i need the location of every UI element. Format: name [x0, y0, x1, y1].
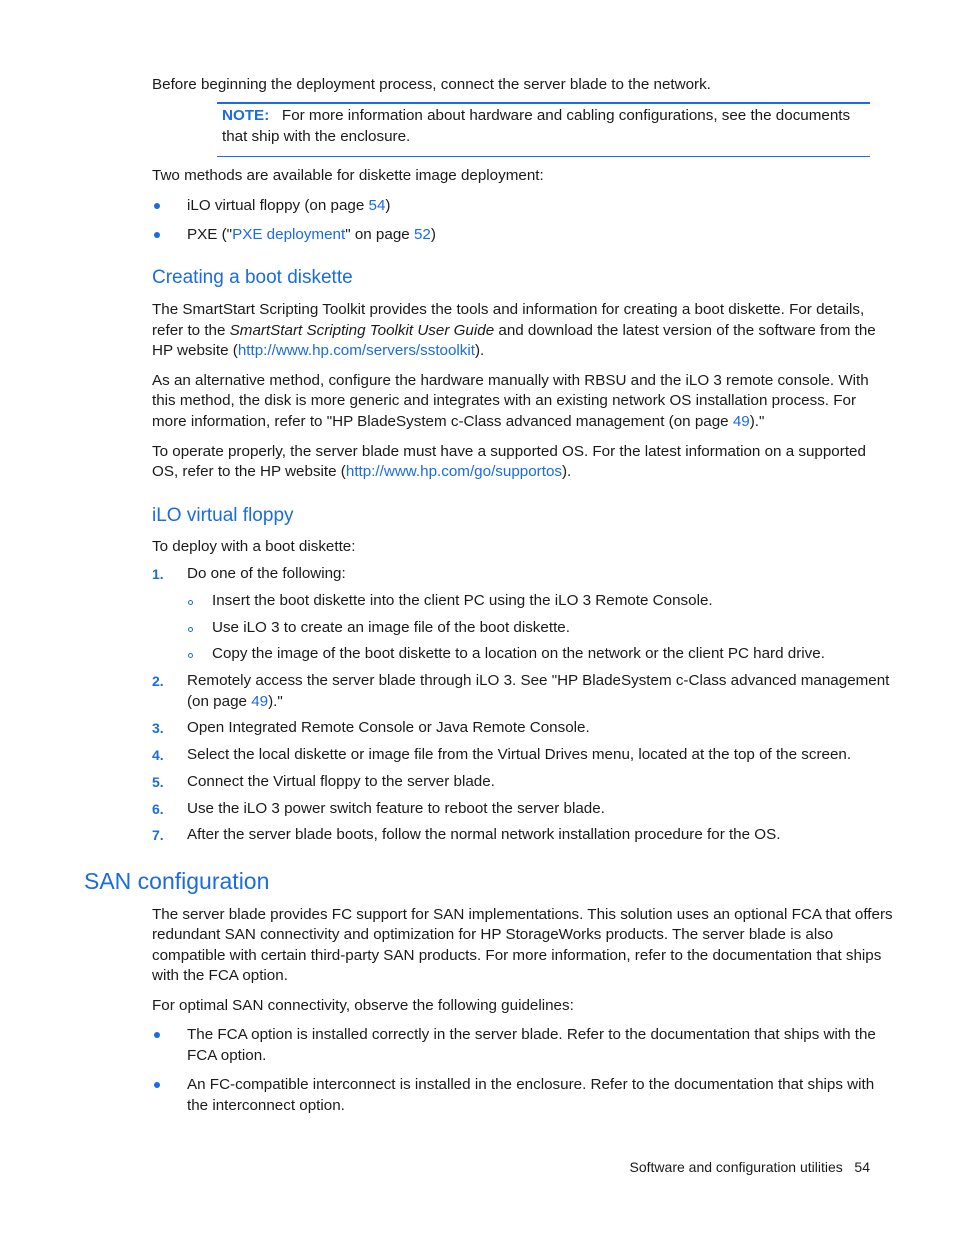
step-number: 7. — [152, 827, 164, 843]
method-text: " on page — [345, 226, 414, 243]
step-number: 1. — [152, 566, 164, 582]
boot-p2-line1: As an alternative method, configure the … — [152, 372, 869, 389]
guide-title: SmartStart Scripting Toolkit User Guide — [229, 322, 495, 339]
boot-p1-line2: refer to the SmartStart Scripting Toolki… — [152, 321, 876, 342]
heading-creating-boot-diskette: Creating a boot diskette — [152, 267, 353, 288]
sub-bullet-icon — [188, 600, 193, 605]
boot-p3-line2: OS, refer to the HP website (http://www.… — [152, 462, 571, 483]
heading-san-configuration: SAN configuration — [84, 868, 270, 894]
step-number: 2. — [152, 673, 164, 689]
method-text: PXE (" — [187, 226, 233, 243]
page-footer: Software and configuration utilities 54 — [630, 1157, 870, 1178]
method-text: ) — [385, 197, 391, 214]
text: ). — [562, 463, 572, 480]
text: )." — [268, 693, 283, 710]
bullet-icon — [154, 1082, 160, 1088]
step-number: 6. — [152, 801, 164, 817]
step-1-text: Do one of the following: — [187, 565, 346, 582]
page-link-49[interactable]: 49 — [251, 693, 268, 710]
step-number: 3. — [152, 720, 164, 736]
footer-section: Software and configuration utilities — [629, 1159, 843, 1175]
san-p2: For optimal SAN connectivity, observe th… — [152, 997, 574, 1014]
method-item-ilo: iLO virtual floppy (on page 54) — [187, 196, 390, 217]
step-5-text: Connect the Virtual floppy to the server… — [187, 773, 495, 790]
boot-p2-line2: this method, the disk is more generic an… — [152, 392, 857, 409]
boot-p1-line3: HP website (http://www.hp.com/servers/ss… — [152, 341, 484, 362]
step-2-text: Remotely access the server blade through… — [187, 672, 890, 689]
step-6-text: Use the iLO 3 power switch feature to re… — [187, 800, 605, 817]
step-number: 5. — [152, 774, 164, 790]
boot-p3-line1: To operate properly, the server blade mu… — [152, 443, 866, 460]
sub-bullet-icon — [188, 653, 193, 658]
method-text: iLO virtual floppy (on page — [187, 197, 369, 214]
text: HP website ( — [152, 342, 238, 359]
step-2-text-line2: (on page 49)." — [187, 692, 283, 713]
page-link-52[interactable]: 52 — [414, 226, 431, 243]
note-line-2: that ship with the enclosure. — [222, 128, 411, 145]
heading-ilo-virtual-floppy: iLO virtual floppy — [152, 505, 294, 526]
page-link-54[interactable]: 54 — [369, 197, 386, 214]
note-text-1: For more information about hardware and … — [281, 107, 851, 124]
ilo-intro: To deploy with a boot diskette: — [152, 538, 356, 555]
san-p1-line1: The server blade provides FC support for… — [152, 906, 893, 923]
intro-text: Before beginning the deployment process,… — [152, 76, 711, 93]
substep-3: Copy the image of the boot diskette to a… — [212, 645, 825, 662]
step-3-text: Open Integrated Remote Console or Java R… — [187, 719, 590, 736]
method-text: ) — [430, 226, 436, 243]
boot-p2-line3: more information, refer to "HP BladeSyst… — [152, 412, 764, 433]
step-4-text: Select the local diskette or image file … — [187, 746, 852, 763]
text: )." — [749, 413, 765, 430]
guideline-1-line1: The FCA option is installed correctly in… — [187, 1026, 876, 1043]
bullet-icon — [154, 203, 160, 209]
text: more information, refer to "HP BladeSyst… — [152, 413, 733, 430]
step-7-text: After the server blade boots, follow the… — [187, 826, 781, 843]
bullet-icon — [154, 1032, 160, 1038]
supportos-link[interactable]: http://www.hp.com/go/supportos — [346, 463, 562, 480]
note-label: NOTE: — [222, 107, 270, 124]
sub-bullet-icon — [188, 627, 193, 632]
sstoolkit-link[interactable]: http://www.hp.com/servers/sstoolkit — [238, 342, 475, 359]
method-item-pxe: PXE ("PXE deployment" on page 52) — [187, 225, 436, 246]
san-p1-line3: compatible with certain third-party SAN … — [152, 947, 882, 964]
text: OS, refer to the HP website ( — [152, 463, 346, 480]
guideline-1-line2: FCA option. — [187, 1047, 267, 1064]
guideline-2-line1: An FC-compatible interconnect is install… — [187, 1076, 875, 1093]
text: refer to the — [152, 322, 230, 339]
methods-intro: Two methods are available for diskette i… — [152, 167, 544, 184]
footer-page-number: 54 — [854, 1159, 870, 1175]
substep-2: Use iLO 3 to create an image file of the… — [212, 619, 570, 636]
san-p1-line2: redundant SAN connectivity and optimizat… — [152, 926, 834, 943]
bullet-icon — [154, 232, 160, 238]
san-p1-line4: with the FCA option. — [152, 967, 288, 984]
substep-1: Insert the boot diskette into the client… — [212, 592, 713, 609]
pxe-deployment-link[interactable]: PXE deployment — [232, 226, 345, 243]
page-link-49[interactable]: 49 — [733, 413, 750, 430]
step-number: 4. — [152, 747, 164, 763]
boot-p1-line1: The SmartStart Scripting Toolkit provide… — [152, 301, 865, 318]
text: and download the latest version of the s… — [494, 322, 876, 339]
note-line-1: NOTE: For more information about hardwar… — [222, 106, 850, 127]
text: ). — [475, 342, 485, 359]
guideline-2-line2: the interconnect option. — [187, 1097, 345, 1114]
text: (on page — [187, 693, 252, 710]
